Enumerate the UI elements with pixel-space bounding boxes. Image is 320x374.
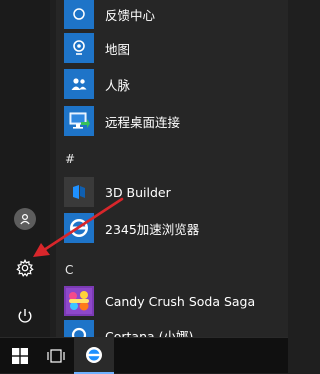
windows-logo-icon xyxy=(12,348,28,364)
app-label: 人脉 xyxy=(105,77,131,93)
user-avatar-icon xyxy=(14,208,36,230)
task-view-button[interactable] xyxy=(36,338,76,374)
browser-2345-icon xyxy=(64,213,94,243)
app-item-remote-desktop[interactable]: 远程桌面连接 xyxy=(64,104,286,138)
section-header-c[interactable]: C xyxy=(65,263,73,277)
task-view-icon xyxy=(47,349,65,363)
app-item-people[interactable]: 人脉 xyxy=(64,67,286,101)
settings-button[interactable] xyxy=(9,252,41,284)
user-account-button[interactable] xyxy=(9,203,41,235)
app-item-maps[interactable]: 地图 xyxy=(64,31,286,65)
gear-icon xyxy=(16,259,34,277)
3d-builder-icon xyxy=(64,177,94,207)
app-item-2345-browser[interactable]: 2345加速浏览器 xyxy=(64,211,286,245)
power-button[interactable] xyxy=(9,300,41,332)
start-button[interactable] xyxy=(0,338,40,374)
app-item-3d-builder[interactable]: 3D Builder xyxy=(64,175,286,209)
start-menu-rail xyxy=(0,0,50,337)
people-icon xyxy=(64,69,94,99)
app-label: 2345加速浏览器 xyxy=(105,221,200,237)
app-label: 远程桌面连接 xyxy=(105,114,181,130)
browser-2345-icon xyxy=(86,347,102,363)
feedback-hub-icon xyxy=(64,0,94,29)
taskbar xyxy=(0,337,288,374)
all-apps-list: 反馈中心 地图 人脉 远程桌面连接 # 3D Builder 2345加速浏览器… xyxy=(56,0,288,350)
app-label: Candy Crush Soda Saga xyxy=(105,293,256,309)
section-header-hash[interactable]: # xyxy=(65,152,75,166)
maps-icon xyxy=(64,33,94,63)
remote-desktop-icon xyxy=(64,106,94,136)
app-label: 反馈中心 xyxy=(105,7,156,23)
app-label: 3D Builder xyxy=(105,184,171,200)
candy-crush-icon xyxy=(64,286,94,316)
power-icon xyxy=(18,309,32,323)
app-item-feedback-hub[interactable]: 反馈中心 xyxy=(64,0,286,31)
app-label: 地图 xyxy=(105,41,131,57)
browser-taskbar-button[interactable] xyxy=(74,338,114,374)
app-item-candy-crush[interactable]: Candy Crush Soda Saga xyxy=(64,284,286,318)
